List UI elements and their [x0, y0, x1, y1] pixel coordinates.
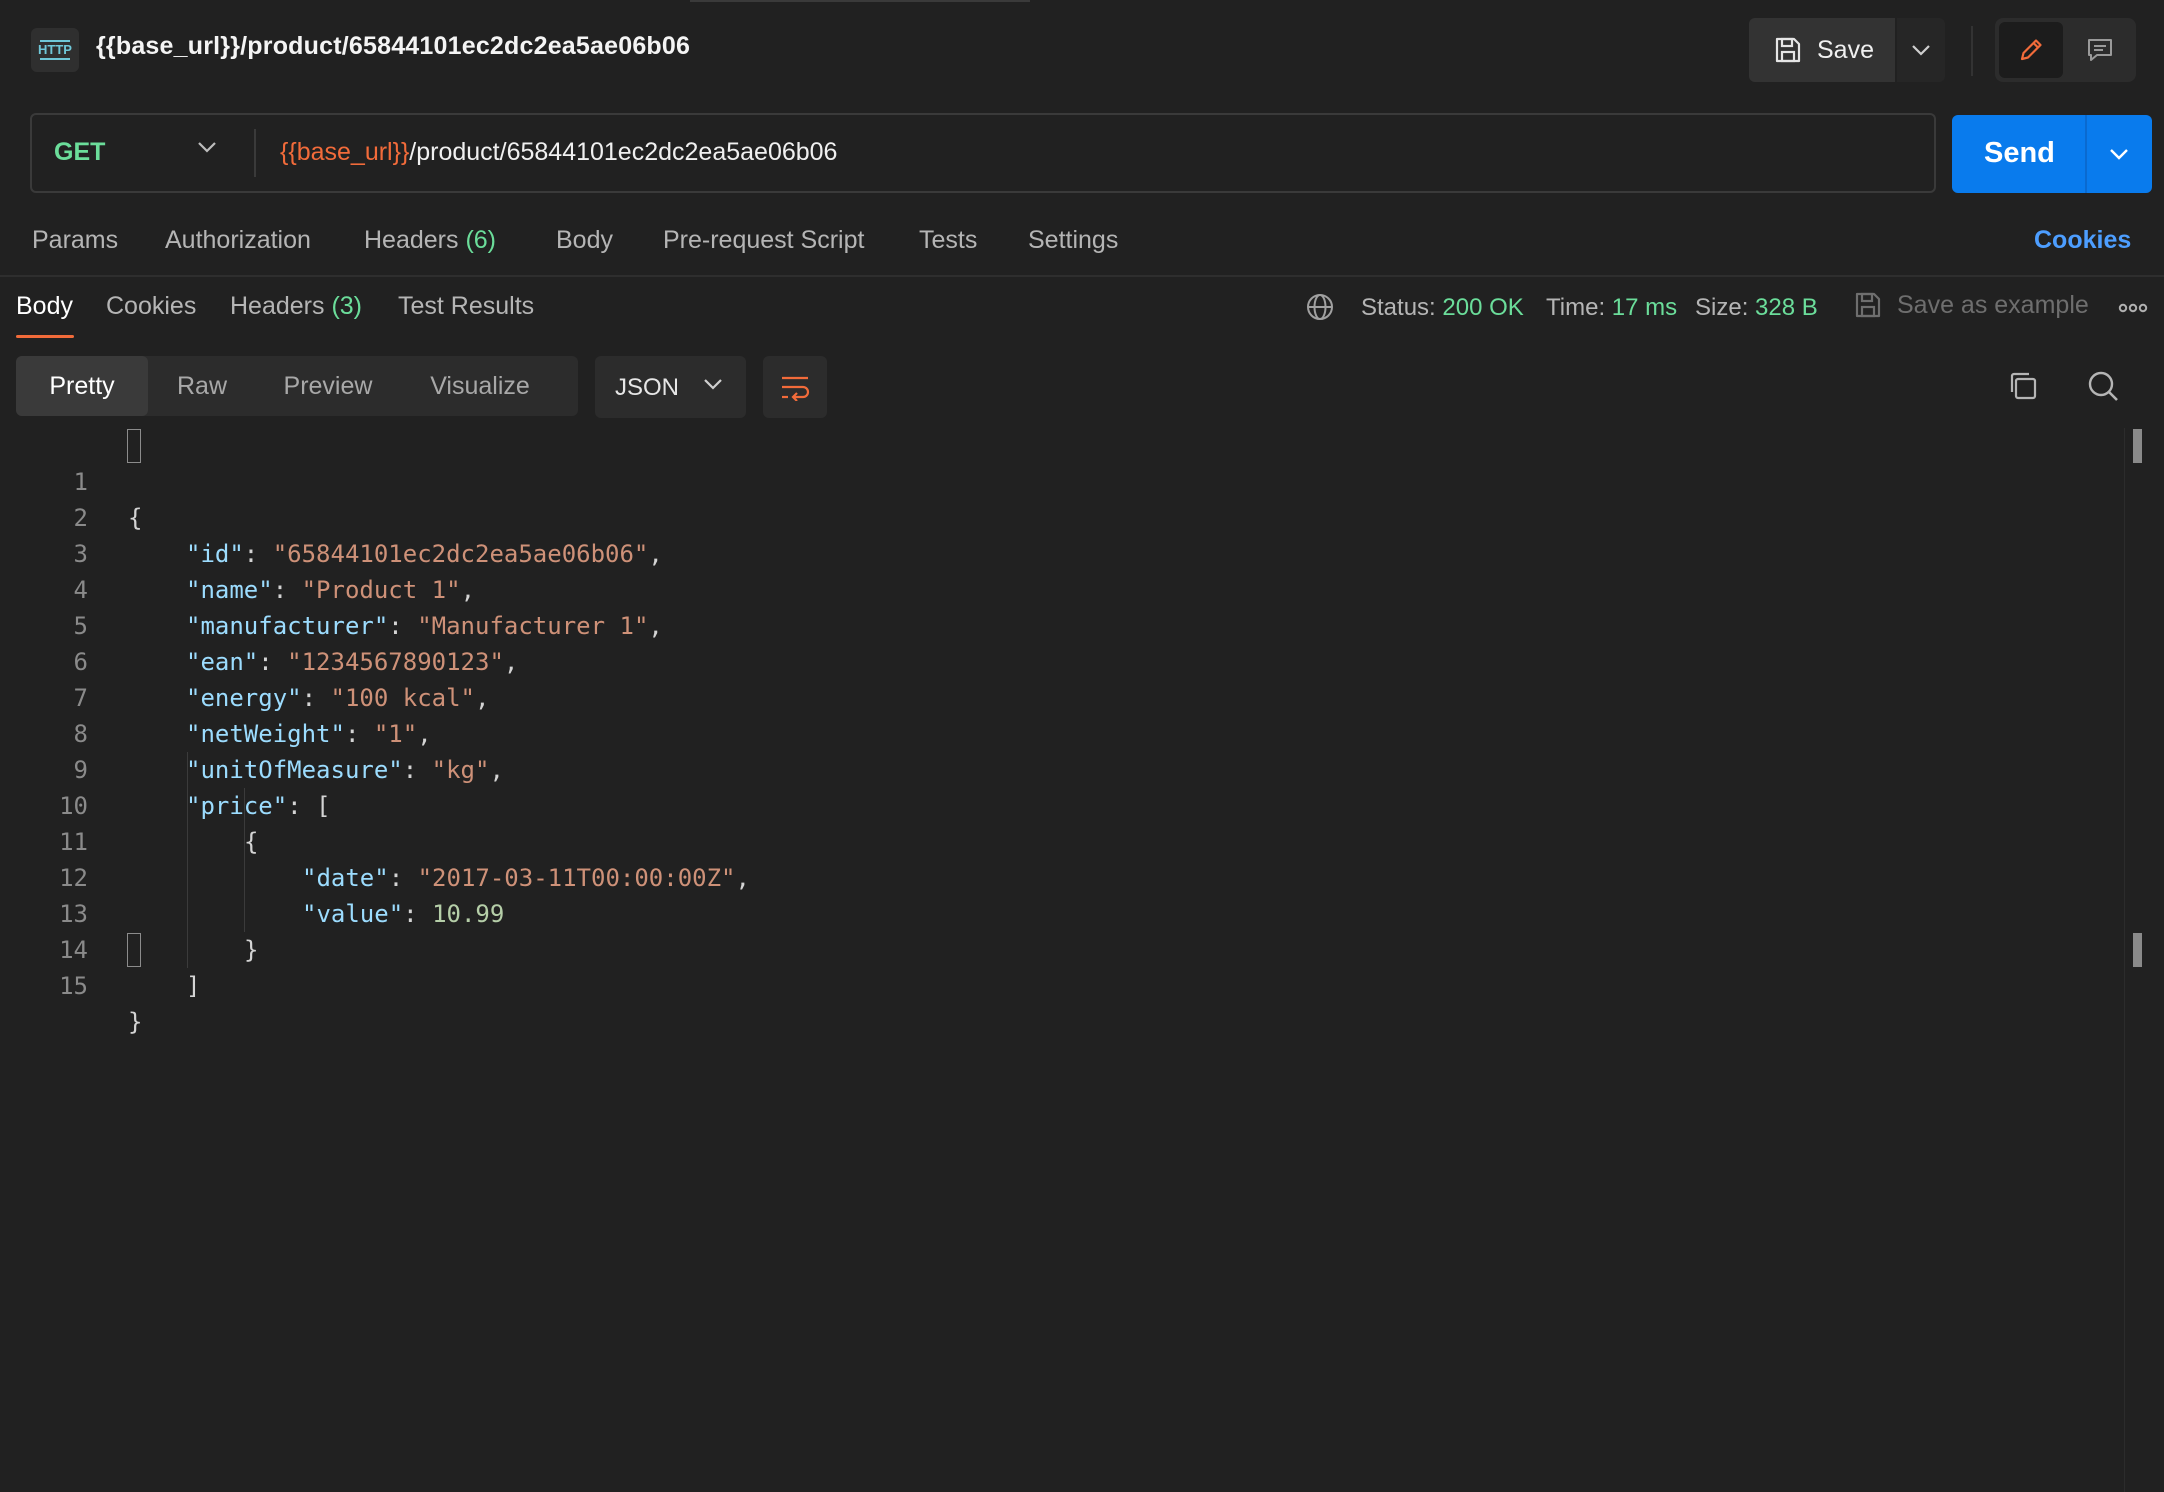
- response-tab-body[interactable]: Body: [16, 292, 73, 321]
- code-line: 2 "id": "65844101ec2dc2ea5ae06b06",: [0, 464, 2100, 568]
- code-line: 1 {: [0, 428, 2100, 532]
- response-body-editor[interactable]: 1 { 2 "id": "65844101ec2dc2ea5ae06b06", …: [0, 428, 2164, 1492]
- search-icon[interactable]: [2086, 369, 2120, 403]
- tab-authorization[interactable]: Authorization: [165, 226, 311, 255]
- section-divider: [0, 275, 2164, 277]
- tab-tests[interactable]: Tests: [919, 226, 977, 255]
- code-line: 15 }: [0, 932, 2100, 1036]
- response-tab-test-results[interactable]: Test Results: [398, 292, 534, 321]
- size-readout: Size: 328 B: [1695, 294, 1818, 322]
- tab-params[interactable]: Params: [32, 226, 118, 255]
- save-button-group: Save: [1749, 18, 1945, 82]
- code-line: 13 }: [0, 860, 2100, 964]
- tab-headers-label: Headers: [364, 226, 459, 254]
- format-dropdown[interactable]: JSON: [595, 356, 746, 418]
- request-header: HTTP {{base_url}}/product/65844101ec2dc2…: [0, 0, 2164, 100]
- editor-scrollbar[interactable]: [2124, 428, 2125, 1492]
- code-line: 7 "netWeight": "1",: [0, 644, 2100, 748]
- more-icon[interactable]: [2118, 298, 2148, 318]
- wrap-lines-icon: [782, 376, 810, 401]
- chevron-down-icon: [704, 379, 722, 390]
- copy-icon[interactable]: [2006, 369, 2040, 403]
- status-label: Status:: [1361, 294, 1436, 321]
- cookies-link[interactable]: Cookies: [2034, 226, 2131, 255]
- scrollbar-marker: [2133, 429, 2142, 463]
- time-value: 17 ms: [1611, 294, 1678, 321]
- response-tab-headers-label: Headers: [230, 292, 325, 320]
- tab-pre-request-script[interactable]: Pre-request Script: [663, 226, 864, 255]
- status-value: 200 OK: [1442, 294, 1524, 321]
- view-preview[interactable]: Preview: [256, 356, 400, 416]
- code-line: 12 "value": 10.99: [0, 824, 2100, 928]
- view-toggle: [1995, 18, 2136, 82]
- code-line: 14 ]: [0, 896, 2100, 1000]
- send-button[interactable]: Send: [1984, 137, 2055, 170]
- time-label: Time:: [1546, 294, 1606, 321]
- save-as-example-label: Save as example: [1897, 290, 2089, 319]
- send-options-button[interactable]: [2086, 115, 2152, 193]
- response-tab-headers[interactable]: Headers (3): [230, 292, 362, 321]
- chevron-down-icon: [2110, 149, 2128, 160]
- request-title[interactable]: {{base_url}}/product/65844101ec2dc2ea5ae…: [96, 32, 690, 61]
- response-tab-cookies[interactable]: Cookies: [106, 292, 196, 321]
- save-example-icon: [1855, 292, 1881, 318]
- view-mode-selector: Pretty Raw Preview Visualize: [16, 356, 578, 416]
- url-input[interactable]: {{base_url}}/product/65844101ec2dc2ea5ae…: [280, 138, 837, 167]
- size-value: 328 B: [1755, 294, 1818, 321]
- code-line: 9 "price": [: [0, 716, 2100, 820]
- pencil-icon: [2020, 39, 2042, 61]
- active-tab-indicator: [16, 335, 74, 338]
- url-path: /product/65844101ec2dc2ea5ae06b06: [409, 138, 838, 166]
- tab-headers[interactable]: Headers (6): [364, 226, 496, 255]
- view-pretty[interactable]: Pretty: [16, 356, 148, 416]
- code-line: 5 "ean": "1234567890123",: [0, 572, 2100, 676]
- code-line: 3 "name": "Product 1",: [0, 500, 2100, 604]
- code-line: 8 "unitOfMeasure": "kg",: [0, 680, 2100, 784]
- chevron-down-icon: [1912, 45, 1930, 56]
- view-visualize[interactable]: Visualize: [400, 356, 560, 416]
- http-icon: HTTP: [31, 28, 79, 72]
- save-label: Save: [1817, 35, 1874, 64]
- status-readout: Status: 200 OK: [1361, 294, 1524, 322]
- tab-settings[interactable]: Settings: [1028, 226, 1118, 255]
- chevron-down-icon[interactable]: [197, 141, 217, 153]
- send-button-group: Send: [1952, 115, 2152, 193]
- save-icon: [1775, 37, 1801, 63]
- code-line: 10 {: [0, 752, 2100, 856]
- edit-mode-button[interactable]: [1999, 22, 2063, 78]
- save-options-button[interactable]: [1897, 18, 1945, 82]
- comments-button[interactable]: [2069, 22, 2131, 78]
- time-readout: Time: 17 ms: [1546, 294, 1677, 322]
- method-select[interactable]: GET: [54, 138, 105, 167]
- json-brace: }: [128, 1008, 143, 1036]
- line-number: 15: [59, 972, 88, 1000]
- code-line: 11 "date": "2017-03-11T00:00:00Z",: [0, 788, 2100, 892]
- tab-body[interactable]: Body: [556, 226, 613, 255]
- save-button[interactable]: Save: [1749, 18, 1895, 82]
- comment-icon: [2088, 39, 2112, 61]
- url-bar: GET {{base_url}}/product/65844101ec2dc2e…: [30, 113, 1936, 193]
- view-raw[interactable]: Raw: [148, 356, 256, 416]
- url-variable: {{base_url}}: [280, 138, 410, 166]
- request-tabs: Params Authorization Headers (6) Body Pr…: [0, 226, 2164, 266]
- format-label: JSON: [615, 374, 680, 401]
- globe-icon[interactable]: [1305, 292, 1335, 322]
- header-divider: [1971, 26, 1973, 76]
- response-headers-count: (3): [331, 292, 363, 320]
- json-bracket: ]: [186, 972, 201, 1000]
- code-line: 4 "manufacturer": "Manufacturer 1",: [0, 536, 2100, 640]
- wrap-lines-button[interactable]: [763, 356, 827, 418]
- svg-text:HTTP: HTTP: [38, 42, 72, 57]
- scrollbar-marker: [2133, 933, 2142, 967]
- save-as-example-button[interactable]: Save as example: [1853, 290, 2089, 320]
- size-label: Size:: [1695, 294, 1749, 321]
- code-line: 6 "energy": "100 kcal",: [0, 608, 2100, 712]
- headers-count: (6): [465, 226, 497, 254]
- url-divider: [254, 129, 256, 177]
